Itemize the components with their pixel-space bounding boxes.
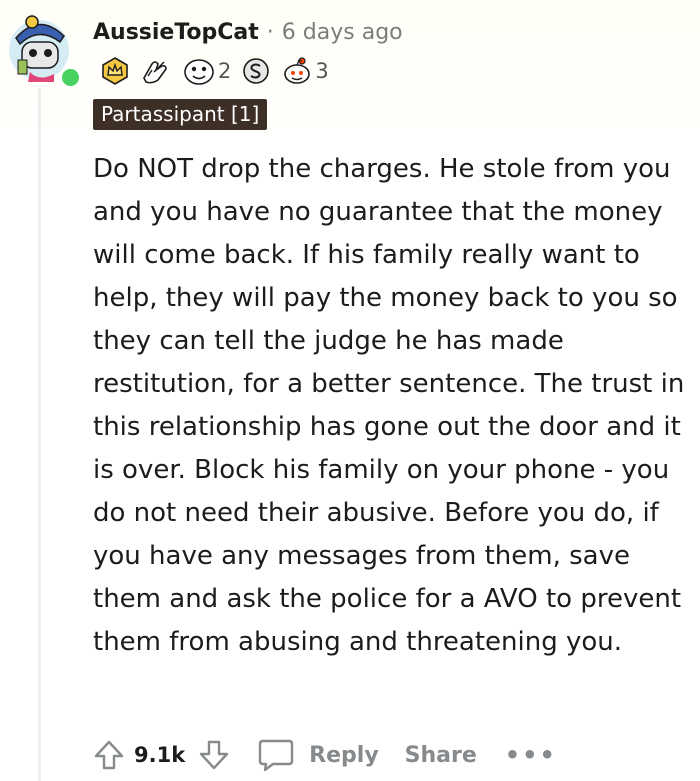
comment-bubble-icon [258,739,294,772]
silver-s-award-icon [243,58,270,84]
meta-separator: · [266,19,274,45]
comment-timestamp[interactable]: 6 days ago [282,20,403,45]
share-button[interactable]: Share [405,743,477,768]
username-link[interactable]: AussieTopCat [93,20,259,45]
downvote-arrow-icon [199,740,229,770]
award-face[interactable]: 2 [182,56,231,86]
face-award-icon [184,59,214,85]
comment-header: AussieTopCat · 6 days ago [93,16,403,48]
award-count: 3 [315,59,329,83]
downvote-button[interactable] [197,738,231,772]
more-options-button[interactable]: ••• [505,741,557,769]
awards-row[interactable]: 2 3 [100,53,339,89]
online-status-indicator [59,66,82,89]
comment-text: Do NOT drop the charges. He stole from y… [93,154,685,657]
comment-actions: 9.1k Reply Share ••• [92,734,557,776]
crown-award-icon [102,57,128,85]
comment-body: Do NOT drop the charges. He stole from y… [93,148,693,664]
user-avatar[interactable] [6,8,82,89]
reply-button[interactable]: Reply [257,737,379,773]
reply-label: Reply [309,742,379,768]
thread-line[interactable] [38,88,41,781]
snoo-award-icon [284,57,311,84]
vote-count: 9.1k [134,743,186,767]
award-crown[interactable] [100,56,130,86]
award-hands[interactable] [140,56,172,86]
upvote-button[interactable] [92,738,126,772]
award-silver[interactable] [241,56,271,86]
hands-award-icon [143,61,167,84]
award-snoo[interactable]: 3 [281,56,329,86]
user-flair: Partassipant [1] [93,99,268,130]
award-count: 2 [218,59,232,83]
upvote-arrow-icon [94,740,124,770]
